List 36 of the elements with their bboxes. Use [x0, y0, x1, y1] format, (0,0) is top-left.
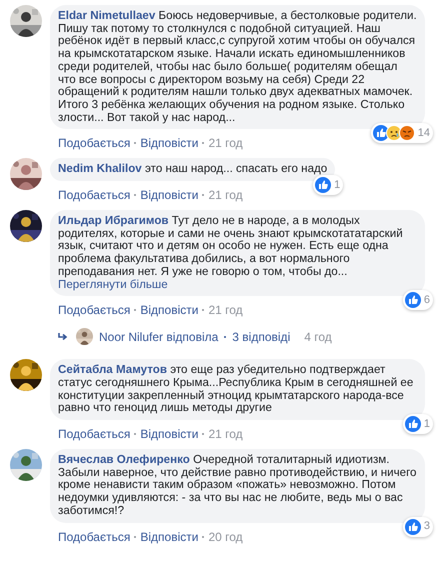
like-reaction-icon: [315, 177, 332, 194]
like-link[interactable]: Подобається: [58, 530, 130, 544]
comment-text: Сейтабла Мамутов это еще раз убедительно подтверждает статус сегодняшнего Крыма...Республика Крым в сегодняшней ее конституции закрепленный этноцид крымтатарского народа-все равно что геноцид лишь методы другие: [58, 364, 414, 416]
author-link[interactable]: Сейтабла Мамутов: [58, 363, 167, 376]
comment-text: Ильдар Ибрагимов Тут дело не в народе, а в молодых родителях, которые и сами не очень знают крымскотататарский язык, считают что и детям он особо не нужен. Есть еще одна проблема факультатива добились, а вот нормального преподавания нет. Я уже не говорю о том, чтобы до... Переглянути більше: [58, 215, 404, 292]
reply-time: 4 год: [304, 330, 332, 344]
author-link[interactable]: Nedim Khalilov: [58, 162, 142, 176]
see-more-link[interactable]: Переглянути більше: [58, 278, 168, 291]
author-link[interactable]: Eldar Nimetullaev: [58, 9, 156, 22]
like-link[interactable]: Подобається: [58, 303, 130, 318]
comment-text: Вячеслав Олефиренко Очередной тоталитарный идиотизм. Забыли наверное, что действие равно противодействию, и ничего кроме ненависти таким образом «пожать» невозможно. Потом недоумки удивляются: - за что вы нас не любите, ведь мы о вас заботимся!?: [58, 454, 417, 518]
reply-link[interactable]: Відповісти: [140, 530, 198, 544]
replied-link[interactable]: Noor Nilufer відповіла: [99, 330, 218, 344]
comment-time: 21 год: [208, 427, 243, 442]
comment-text: Eldar Nimetullaev Боюсь недоверчивые, а бестолковые родители. Пишу так потому то столкнулся с подобной ситуацией. Наш ребёнок идёт в первый класс,с супругой хотим чтобы он обучался на крымскотатарском языке. Начали искать единомышленников среди родителей, чтобы нас было больше( родителям обещал что все вопросы с директором возьму на себя) Среди 22 обращений к родителям нашли только двух адекватных мамочек. Итого 3 ребёнка желающих обучения на родном языке. Столько злости... Вот такой у нас народ...: [58, 10, 417, 124]
like-reaction-icon: [404, 416, 421, 432]
reply-link[interactable]: Відповісти: [140, 136, 198, 150]
comment-time: 20 год: [208, 530, 243, 544]
replies-count-link[interactable]: 3 відповіді: [232, 330, 290, 344]
comment-time: 21 год: [208, 303, 243, 318]
author-link[interactable]: Ильдар Ибрагимов: [58, 214, 169, 228]
comment-time: 21 год: [208, 136, 243, 150]
like-reaction-icon: [404, 292, 421, 308]
comment-time: 21 год: [208, 188, 243, 202]
author-link[interactable]: Вячеслав Олефиренко: [58, 453, 190, 466]
comment-text: Nedim Khalilov это наш народ... спасать его надо: [58, 163, 328, 176]
like-link[interactable]: Подобається: [58, 188, 130, 202]
like-reaction-icon: [404, 518, 421, 535]
reply-link[interactable]: Відповісти: [140, 303, 198, 318]
like-link[interactable]: Подобається: [58, 427, 130, 442]
like-link[interactable]: Подобається: [58, 136, 130, 150]
angry-reaction-icon: [398, 125, 415, 142]
like-reaction-icon: [372, 125, 389, 142]
reply-link[interactable]: Відповісти: [140, 188, 198, 202]
reply-arrow-icon: [58, 332, 68, 341]
reply-link[interactable]: Відповісти: [140, 427, 198, 442]
